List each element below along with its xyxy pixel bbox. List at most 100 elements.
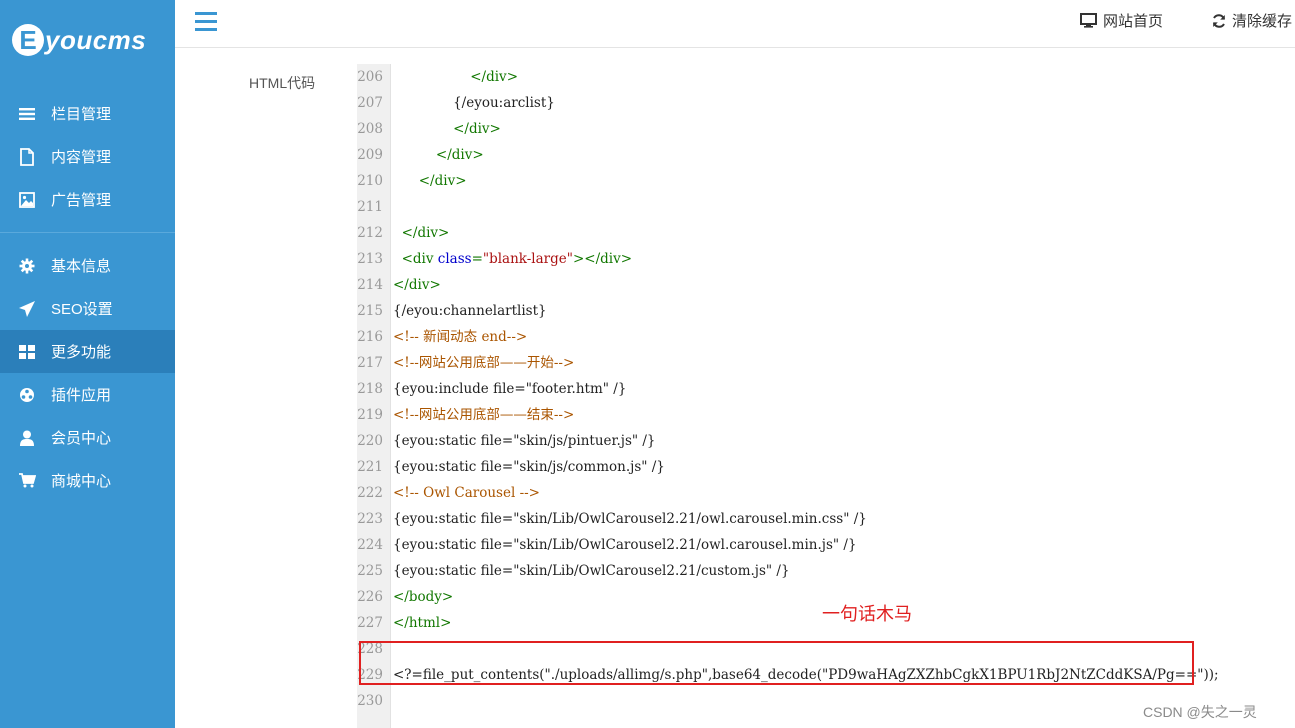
code-text: </div> bbox=[393, 225, 450, 241]
line-number: 211 bbox=[357, 199, 383, 215]
html-code-label: HTML代码 bbox=[249, 75, 316, 91]
line-number: 220 bbox=[357, 433, 383, 449]
line-number: 212 bbox=[357, 225, 383, 241]
code-line: 212 </div> bbox=[357, 220, 449, 246]
logo[interactable]: E youcms bbox=[12, 18, 146, 62]
site-home-link[interactable]: 网站首页 bbox=[1080, 10, 1163, 31]
annotation-label: 一句话木马 bbox=[822, 604, 912, 624]
sidebar-item-plugins[interactable]: 插件应用 bbox=[0, 373, 175, 416]
user-icon bbox=[17, 428, 37, 448]
code-line: 213 <div class="blank-large"></div> bbox=[357, 246, 632, 272]
code-line: 217 <!--网站公用底部——开始--> bbox=[357, 350, 574, 376]
sidebar-item-mall-center[interactable]: 商城中心 bbox=[0, 459, 175, 502]
code-line: 224 {eyou:static file="skin/Lib/OwlCarous… bbox=[357, 532, 857, 558]
highlight-box bbox=[359, 641, 1194, 685]
cart-icon bbox=[17, 471, 37, 491]
line-number: 208 bbox=[357, 121, 383, 137]
sidebar-item-column-management[interactable]: 栏目管理 bbox=[0, 92, 175, 135]
sidebar-item-content-management[interactable]: 内容管理 bbox=[0, 135, 175, 178]
line-number: 227 bbox=[357, 615, 383, 631]
code-line: 220 {eyou:static file="skin/js/pintuer.js… bbox=[357, 428, 656, 454]
line-number: 207 bbox=[357, 95, 383, 111]
line-number: 230 bbox=[357, 693, 383, 709]
code-text: {eyou:static file="skin/Lib/OwlCarousel2… bbox=[393, 537, 857, 553]
line-number: 215 bbox=[357, 303, 383, 319]
code-text: </div> bbox=[393, 121, 501, 137]
sidebar-item-label: 基本信息 bbox=[51, 258, 112, 275]
code-text: <!--网站公用底部——开始--> bbox=[393, 355, 575, 371]
logo-badge: E bbox=[12, 24, 44, 56]
grid-icon bbox=[17, 342, 37, 362]
code-text: </html> bbox=[393, 615, 452, 631]
sidebar-item-label: SEO设置 bbox=[51, 301, 113, 318]
code-text: {eyou:static file="skin/js/common.js" /} bbox=[393, 459, 665, 475]
line-number: 219 bbox=[357, 407, 383, 423]
top-bar: 网站首页 清除缓存 bbox=[175, 0, 1295, 48]
code-line: 227 </html> bbox=[357, 610, 451, 636]
line-number: 226 bbox=[357, 589, 383, 605]
code-text: </body> bbox=[393, 589, 454, 605]
menu-toggle-icon[interactable] bbox=[195, 12, 217, 32]
sidebar-item-member-center[interactable]: 会员中心 bbox=[0, 416, 175, 459]
sidebar-item-seo-settings[interactable]: SEO设置 bbox=[0, 287, 175, 330]
document-icon bbox=[17, 147, 37, 167]
code-text: <!-- Owl Carousel --> bbox=[393, 485, 540, 501]
line-number: 222 bbox=[357, 485, 383, 501]
paper-plane-icon bbox=[17, 299, 37, 319]
code-text: {/eyou:channelartlist} bbox=[393, 303, 547, 319]
code-line: 219 <!--网站公用底部——结束--> bbox=[357, 402, 574, 428]
line-number: 214 bbox=[357, 277, 383, 293]
code-text: <!--网站公用底部——结束--> bbox=[393, 407, 575, 423]
code-line: 214 </div> bbox=[357, 272, 441, 298]
code-line: 225 {eyou:static file="skin/Lib/OwlCarous… bbox=[357, 558, 790, 584]
code-line: 218 {eyou:include file="footer.htm" /} bbox=[357, 376, 626, 402]
code-text: <div class="blank-large"></div> bbox=[393, 251, 633, 267]
code-line: 207 {/eyou:arclist} bbox=[357, 90, 555, 116]
code-line: 216 <!-- 新闻动态 end--> bbox=[357, 324, 527, 350]
code-text: </div> bbox=[393, 173, 467, 189]
line-number: 206 bbox=[357, 69, 383, 85]
line-number: 224 bbox=[357, 537, 383, 553]
code-text: <!-- 新闻动态 end--> bbox=[393, 329, 528, 345]
line-number: 216 bbox=[357, 329, 383, 345]
code-text: {eyou:static file="skin/js/pintuer.js" /… bbox=[393, 433, 656, 449]
refresh-icon bbox=[1212, 13, 1226, 28]
sidebar-item-basic-info[interactable]: 基本信息 bbox=[0, 244, 175, 287]
line-number: 221 bbox=[357, 459, 383, 475]
line-number: 209 bbox=[357, 147, 383, 163]
logo-text: youcms bbox=[45, 24, 147, 55]
code-line: 222 <!-- Owl Carousel --> bbox=[357, 480, 540, 506]
clear-cache-link[interactable]: 清除缓存 bbox=[1212, 10, 1292, 31]
line-number: 213 bbox=[357, 251, 383, 267]
code-text: {eyou:static file="skin/Lib/OwlCarousel2… bbox=[393, 511, 867, 527]
line-number: 218 bbox=[357, 381, 383, 397]
code-text: {eyou:include file="footer.htm" /} bbox=[393, 381, 627, 397]
line-number: 223 bbox=[357, 511, 383, 527]
code-text: </div> bbox=[393, 147, 484, 163]
sidebar-item-label: 会员中心 bbox=[51, 430, 112, 447]
code-line: 223 {eyou:static file="skin/Lib/OwlCarous… bbox=[357, 506, 867, 532]
line-number: 225 bbox=[357, 563, 383, 579]
sidebar-item-label: 内容管理 bbox=[51, 149, 112, 166]
sidebar-item-label: 更多功能 bbox=[51, 344, 112, 361]
line-number: 217 bbox=[357, 355, 383, 371]
code-text: {eyou:static file="skin/Lib/OwlCarousel2… bbox=[393, 563, 790, 579]
watermark: CSDN @失之一灵 bbox=[1143, 704, 1257, 720]
code-line: 208 </div> bbox=[357, 116, 501, 142]
sidebar: E youcms 栏目管理 内容管理 广告管理 基本信息 SEO设置 更多功能 … bbox=[0, 0, 175, 728]
sidebar-item-ad-management[interactable]: 广告管理 bbox=[0, 178, 175, 221]
sidebar-item-more-features[interactable]: 更多功能 bbox=[0, 330, 175, 373]
sidebar-item-label: 插件应用 bbox=[51, 387, 112, 404]
line-number: 210 bbox=[357, 173, 383, 189]
code-text: </div> bbox=[393, 277, 441, 293]
clear-cache-label: 清除缓存 bbox=[1232, 13, 1293, 30]
code-text: {/eyou:arclist} bbox=[393, 95, 555, 111]
sidebar-item-label: 商城中心 bbox=[51, 473, 112, 490]
code-line: 210 </div> bbox=[357, 168, 467, 194]
sidebar-item-label: 栏目管理 bbox=[51, 106, 112, 123]
image-icon bbox=[17, 190, 37, 210]
gear-icon bbox=[17, 256, 37, 276]
code-line: 221 {eyou:static file="skin/js/common.js"… bbox=[357, 454, 665, 480]
puzzle-icon bbox=[17, 385, 37, 405]
